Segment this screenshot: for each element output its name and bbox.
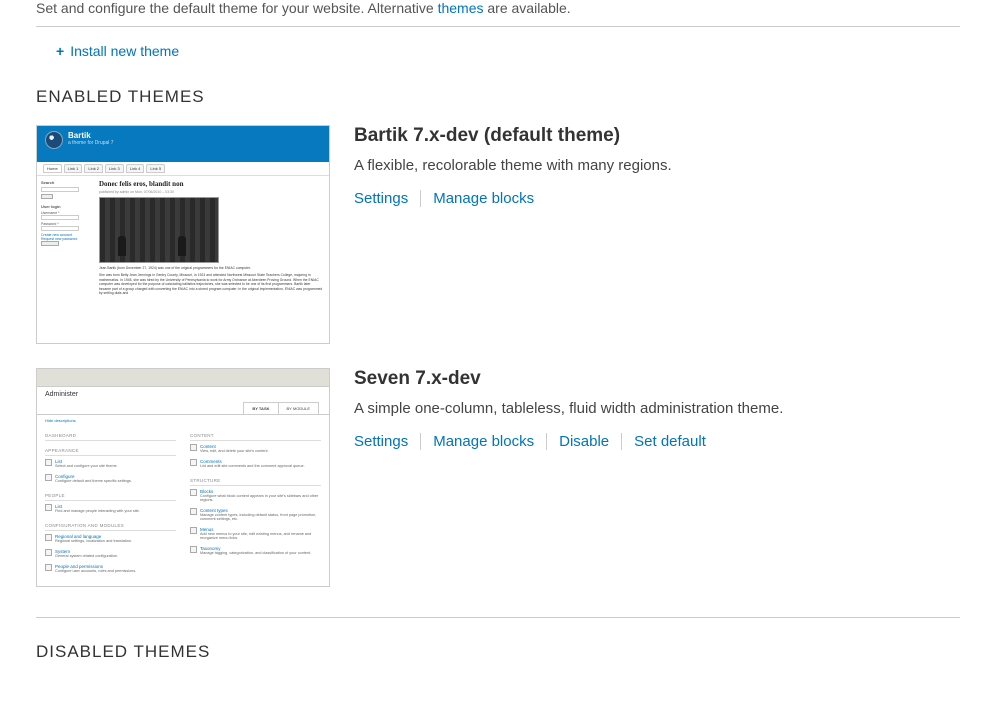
manage-blocks-link[interactable]: Manage blocks xyxy=(421,433,547,450)
manage-blocks-link[interactable]: Manage blocks xyxy=(421,190,546,207)
settings-link[interactable]: Settings xyxy=(354,190,421,207)
disable-link[interactable]: Disable xyxy=(547,433,622,450)
set-default-link[interactable]: Set default xyxy=(622,433,718,450)
install-link-label: Install new theme xyxy=(70,43,179,59)
thumb-tab: Link 3 xyxy=(105,164,124,173)
thumb-site-name: Bartik xyxy=(68,131,114,140)
install-new-theme-link[interactable]: + Install new theme xyxy=(56,43,179,59)
thumb-item-desc: Configure default and theme specific set… xyxy=(55,479,176,483)
theme-info: Seven 7.x-dev A simple one-column, table… xyxy=(354,368,783,587)
thumb-paragraph: Jean Bartik (born December 27, 1924) was… xyxy=(99,266,323,270)
theme-actions: Settings Manage blocks xyxy=(354,190,672,207)
thumb-category: DASHBOARD xyxy=(45,431,176,441)
theme-info: Bartik 7.x-dev (default theme) A flexibl… xyxy=(354,125,672,344)
thumb-item-desc: General system related configuration. xyxy=(55,554,176,558)
thumb-item-desc: Select and configure your site theme. xyxy=(55,464,176,468)
thumb-item-desc: Add new menus to your site, edit existin… xyxy=(200,532,321,540)
thumb-category: PEOPLE xyxy=(45,491,176,501)
thumb-headline: Donec felis eros, blandit non xyxy=(99,180,323,188)
thumb-tab: Link 2 xyxy=(84,164,103,173)
thumb-category: APPEARANCE xyxy=(45,446,176,456)
thumb-item-desc: Find and manage people interacting with … xyxy=(55,509,176,513)
thumb-category: STRUCTURE xyxy=(190,476,321,486)
theme-title: Seven 7.x-dev xyxy=(354,368,783,390)
theme-row: Bartik a theme for Drupal 7 Home Link 1 … xyxy=(36,125,960,344)
thumb-item-desc: Configure user accounts, roles and permi… xyxy=(55,569,176,573)
thumb-hide-link: Hide descriptions xyxy=(37,415,329,426)
theme-title: Bartik 7.x-dev (default theme) xyxy=(354,125,672,147)
thumb-tab: Link 5 xyxy=(146,164,165,173)
thumb-tab-task: BY TASK xyxy=(243,402,278,414)
intro-prefix: Set and configure the default theme for … xyxy=(36,0,438,16)
drupal-logo-icon xyxy=(45,131,63,149)
intro-text: Set and configure the default theme for … xyxy=(36,0,960,27)
thumb-login-title: User login xyxy=(41,204,89,209)
thumb-paragraph: She was born Betty Jean Jennings in Gent… xyxy=(99,273,323,295)
theme-description: A simple one-column, tableless, fluid wi… xyxy=(354,400,783,417)
enabled-themes-heading: ENABLED THEMES xyxy=(36,87,960,107)
thumb-category: CONFIGURATION AND MODULES xyxy=(45,521,176,531)
thumb-item-desc: View, edit, and delete your site's conte… xyxy=(200,449,321,453)
theme-screenshot-seven: Administer BY TASK BY MODULE Hide descri… xyxy=(36,368,330,587)
theme-actions: Settings Manage blocks Disable Set defau… xyxy=(354,433,783,450)
thumb-photo xyxy=(99,197,219,263)
thumb-page-title: Administer xyxy=(37,387,329,402)
disabled-themes-heading: DISABLED THEMES xyxy=(36,642,960,662)
thumb-item-desc: Regional settings, localization and tran… xyxy=(55,539,176,543)
thumb-item-desc: Configure what block content appears in … xyxy=(200,494,321,502)
thumb-item-desc: Manage tagging, categorization, and clas… xyxy=(200,551,321,555)
thumb-tab: Link 1 xyxy=(64,164,83,173)
theme-description: A flexible, recolorable theme with many … xyxy=(354,157,672,174)
thumb-item-desc: Manage content types, including default … xyxy=(200,513,321,521)
thumb-category: CONTENT xyxy=(190,431,321,441)
intro-themes-link[interactable]: themes xyxy=(438,0,484,16)
intro-suffix: are available. xyxy=(484,0,571,16)
thumb-tab: Home xyxy=(43,164,62,173)
plus-icon: + xyxy=(56,43,64,59)
thumb-meta: published by admin on Mon, 07/06/2010 – … xyxy=(99,190,323,194)
theme-row: Administer BY TASK BY MODULE Hide descri… xyxy=(36,368,960,587)
settings-link[interactable]: Settings xyxy=(354,433,421,450)
thumb-search-label: Search xyxy=(41,180,89,185)
thumb-slogan: a theme for Drupal 7 xyxy=(68,140,114,146)
theme-screenshot-bartik: Bartik a theme for Drupal 7 Home Link 1 … xyxy=(36,125,330,344)
thumb-tab-module: BY MODULE xyxy=(278,402,320,414)
section-divider xyxy=(36,617,960,618)
thumb-item-desc: List and edit site comments and the comm… xyxy=(200,464,321,468)
thumb-tab: Link 4 xyxy=(126,164,145,173)
